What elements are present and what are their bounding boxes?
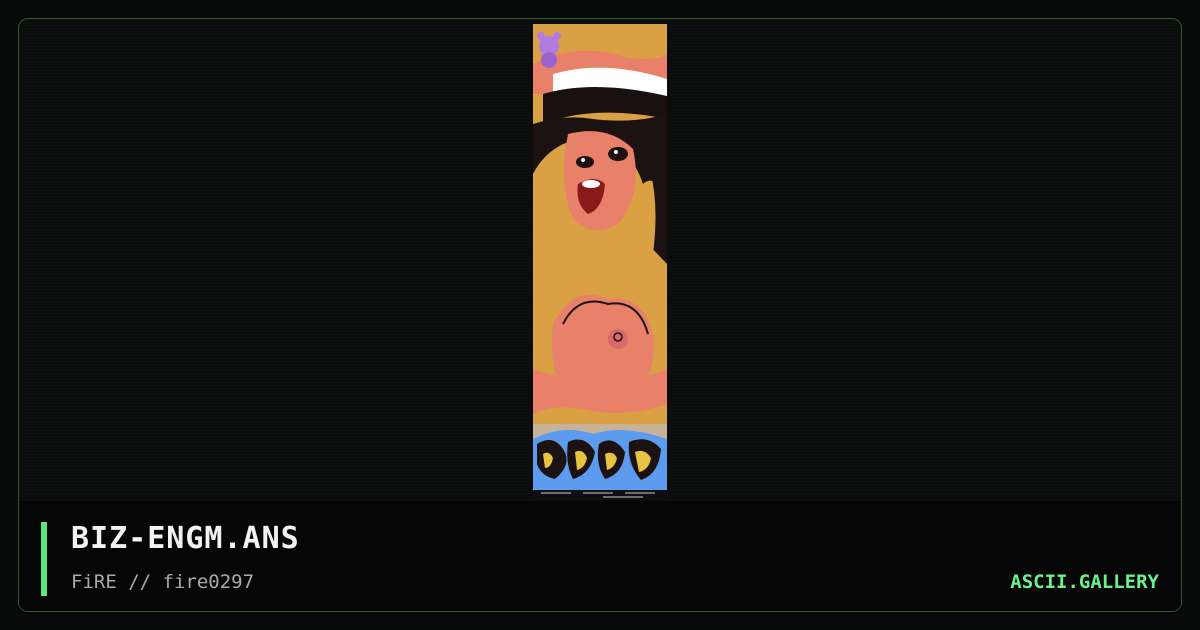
artwork-title: BIZ-ENGM.ANS (71, 521, 300, 556)
ansi-art-image (533, 24, 667, 500)
site-brand[interactable]: ASCII.GALLERY (1010, 571, 1159, 593)
artwork-credit: FiRE // fire0297 (71, 571, 255, 593)
accent-bar (41, 522, 47, 596)
preview-card: BIZ-ENGM.ANS FiRE // fire0297 ASCII.GALL… (18, 18, 1182, 612)
info-footer: BIZ-ENGM.ANS FiRE // fire0297 ASCII.GALL… (19, 501, 1181, 611)
